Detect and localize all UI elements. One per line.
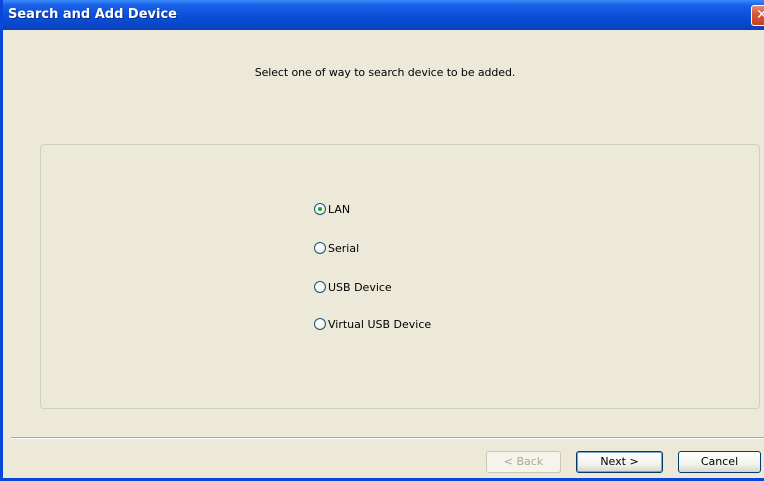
close-button[interactable]: ✕: [751, 5, 764, 26]
radio-option-usb-device[interactable]: USB Device: [314, 279, 392, 295]
radio-label-serial[interactable]: Serial: [328, 242, 359, 255]
radio-option-lan[interactable]: LAN: [314, 201, 350, 217]
radio-label-lan[interactable]: LAN: [328, 203, 350, 216]
button-separator: [11, 437, 764, 439]
dialog-window: Search and Add Device ✕ Select one of wa…: [0, 0, 764, 481]
title-bar[interactable]: Search and Add Device ✕: [3, 0, 764, 30]
radio-button-icon[interactable]: [314, 318, 326, 330]
next-button[interactable]: Next >: [576, 451, 663, 473]
search-method-group: [40, 144, 760, 409]
window-title: Search and Add Device: [8, 7, 177, 22]
radio-button-icon[interactable]: [314, 281, 326, 293]
radio-option-virtual-usb-device[interactable]: Virtual USB Device: [314, 316, 431, 332]
radio-label-usb-device[interactable]: USB Device: [328, 281, 392, 294]
close-icon: ✕: [756, 7, 764, 23]
cancel-button[interactable]: Cancel: [678, 451, 761, 473]
radio-option-serial[interactable]: Serial: [314, 240, 359, 256]
instruction-text: Select one of way to search device to be…: [254, 66, 516, 79]
back-button[interactable]: < Back: [486, 451, 561, 473]
radio-button-checked-icon[interactable]: [314, 203, 326, 215]
radio-button-icon[interactable]: [314, 242, 326, 254]
radio-label-virtual-usb-device[interactable]: Virtual USB Device: [328, 318, 431, 331]
